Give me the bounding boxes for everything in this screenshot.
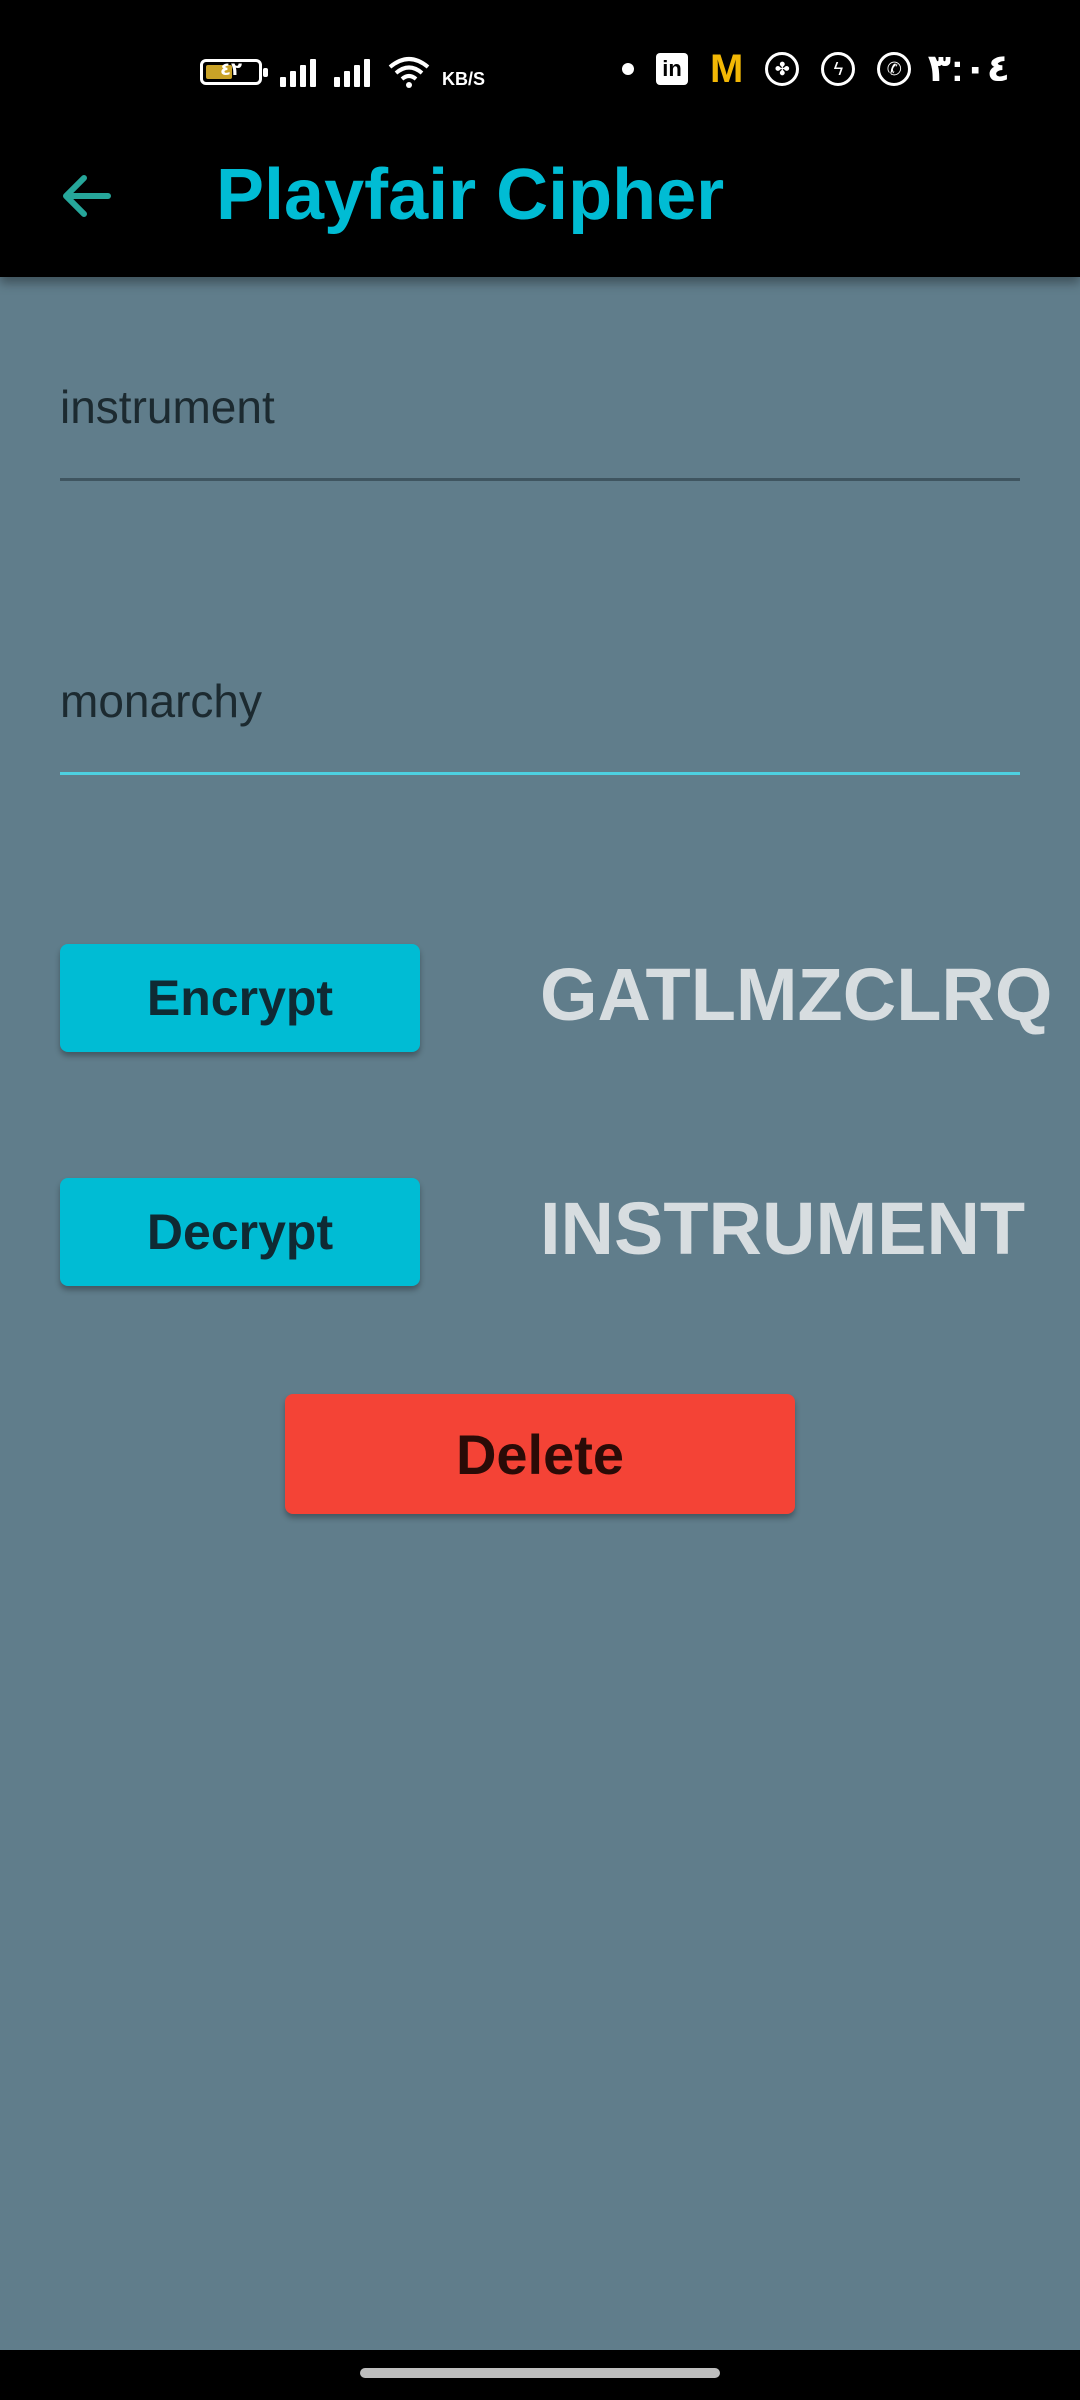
battery-level: ٤٢: [220, 59, 242, 79]
wifi-icon: [388, 57, 430, 88]
back-arrow-icon[interactable]: [56, 166, 116, 226]
delete-button[interactable]: Delete: [285, 1394, 795, 1514]
messenger-icon: ϟ: [821, 52, 856, 86]
page-title: Playfair Cipher: [216, 155, 725, 235]
signal-icon: [280, 57, 316, 87]
battery-icon: ٤٢: [200, 59, 268, 85]
mcdonalds-icon: M: [710, 47, 744, 91]
decrypt-button[interactable]: Decrypt: [60, 1178, 420, 1286]
dot-icon: [622, 63, 634, 75]
whatsapp-icon: ✆: [877, 52, 912, 86]
navigation-bar: [0, 2350, 1080, 2400]
status-icons: ٤٢ KB/S: [200, 52, 485, 92]
decrypted-result: INSTRUMENT: [540, 1187, 1026, 1270]
key-underline: [60, 772, 1020, 775]
message-input[interactable]: instrument: [60, 380, 1020, 434]
linkedin-icon: in: [656, 53, 688, 85]
key-input[interactable]: monarchy: [60, 674, 1020, 728]
status-bar: ٤٢ KB/S in M ✤ ϟ ✆ ٣:٠٤: [0, 0, 1080, 140]
home-gesture-handle[interactable]: [360, 2368, 720, 2378]
encrypt-button[interactable]: Encrypt: [60, 944, 420, 1052]
status-time: ٣:٠٤: [927, 48, 1010, 90]
message-underline: [60, 478, 1020, 481]
message-field[interactable]: instrument: [60, 380, 1020, 484]
network-speed: KB/S: [442, 68, 486, 89]
notification-icons: in M ✤ ϟ ✆: [622, 47, 912, 91]
clover-icon: ✤: [765, 52, 800, 86]
key-field[interactable]: monarchy: [60, 674, 1020, 778]
encrypted-result: GATLMZCLRQ: [540, 953, 1053, 1036]
signal-icon-2: [334, 57, 370, 87]
